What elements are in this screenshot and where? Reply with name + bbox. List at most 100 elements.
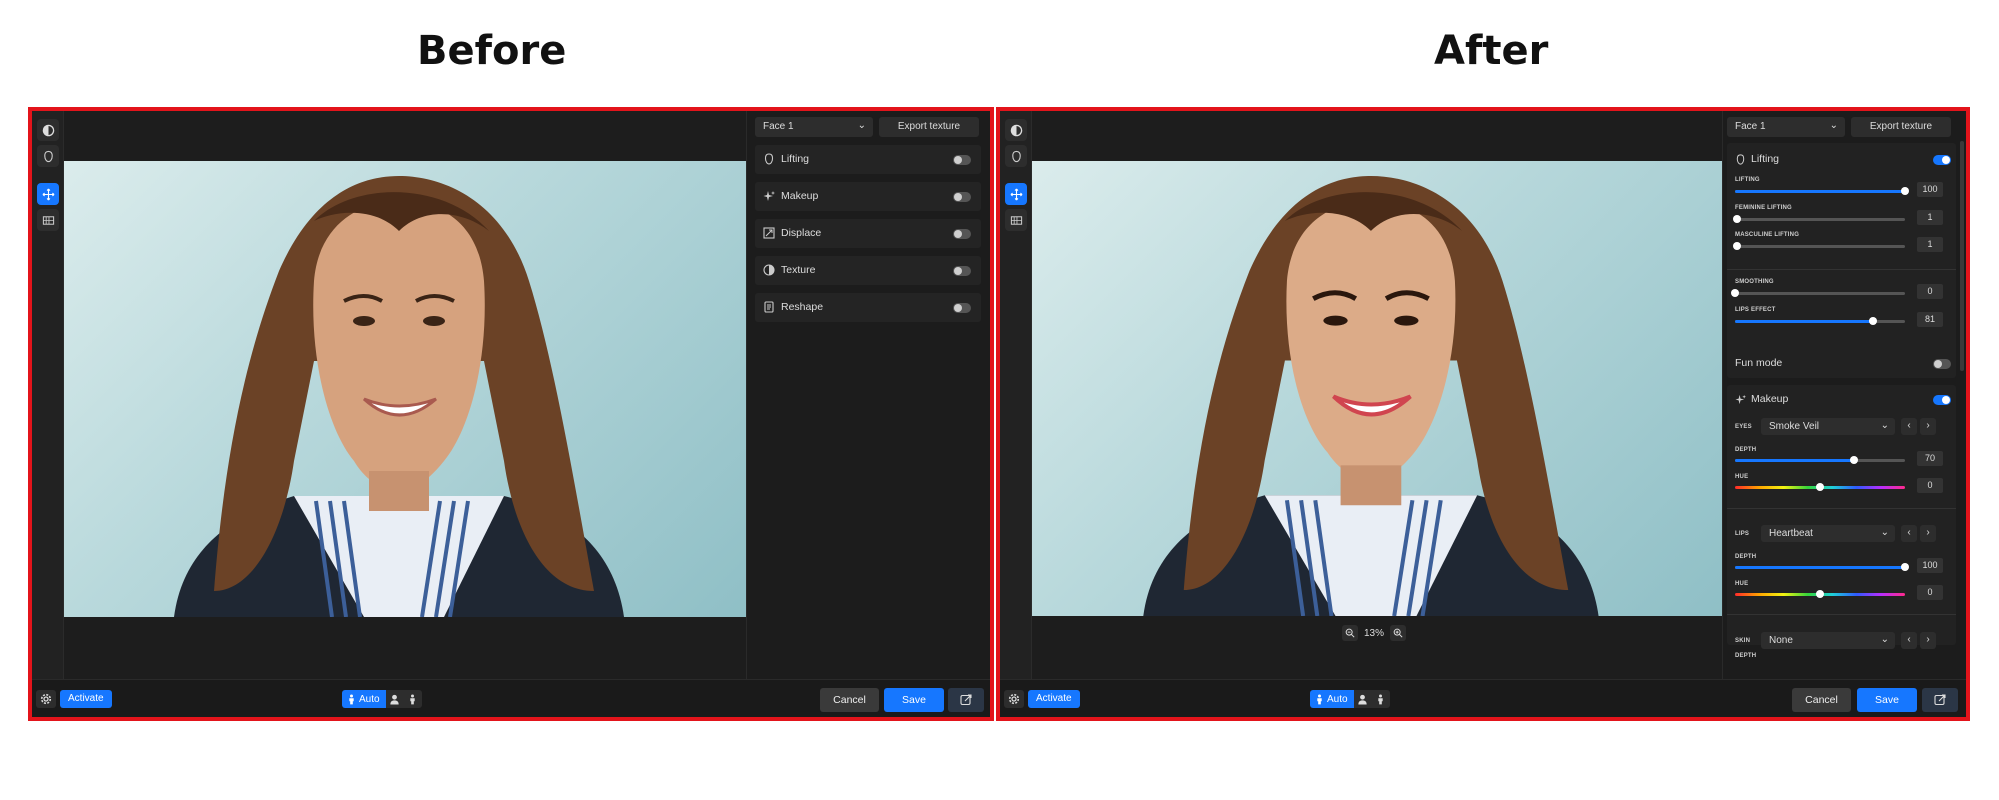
lifting-slider[interactable] bbox=[1735, 187, 1909, 195]
section-makeup[interactable]: Makeup bbox=[755, 182, 981, 211]
contrast-icon bbox=[42, 124, 54, 136]
reshape-toggle[interactable] bbox=[953, 303, 971, 313]
smoothing-value[interactable]: 0 bbox=[1917, 284, 1943, 299]
lips-hue-value[interactable]: 0 bbox=[1917, 585, 1943, 600]
image-canvas[interactable] bbox=[64, 111, 746, 679]
lifting-value[interactable]: 100 bbox=[1917, 182, 1943, 197]
zoom-in-button[interactable] bbox=[1390, 625, 1407, 641]
lips-next-button[interactable]: › bbox=[1920, 525, 1936, 542]
skin-prev-button[interactable]: ‹ bbox=[1901, 632, 1917, 649]
export-image-button[interactable] bbox=[948, 688, 984, 712]
masculine-lifting-label: MASCULINE LIFTING bbox=[1735, 232, 1800, 238]
fun-mode-toggle[interactable] bbox=[1933, 359, 1951, 369]
activate-button[interactable]: Activate bbox=[1028, 690, 1080, 708]
export-texture-button[interactable]: Export texture bbox=[1851, 117, 1951, 137]
gear-icon bbox=[1008, 693, 1020, 705]
cancel-button[interactable]: Cancel bbox=[820, 688, 879, 712]
image-canvas[interactable]: 13% bbox=[1032, 111, 1722, 679]
export-texture-button[interactable]: Export texture bbox=[879, 117, 979, 137]
activate-button[interactable]: Activate bbox=[60, 690, 112, 708]
eyes-preset-dropdown[interactable]: Smoke Veil ⌄ bbox=[1761, 418, 1895, 435]
lips-depth-slider[interactable] bbox=[1735, 563, 1909, 571]
section-texture[interactable]: Texture bbox=[755, 256, 981, 285]
lips-hue-slider[interactable] bbox=[1735, 590, 1905, 598]
displace-toggle[interactable] bbox=[953, 229, 971, 239]
zoom-level: 13% bbox=[1364, 627, 1385, 639]
lips-depth-value[interactable]: 100 bbox=[1917, 558, 1943, 573]
mode-fullbody-button[interactable] bbox=[1371, 690, 1390, 708]
section-lifting[interactable]: Lifting bbox=[755, 145, 981, 174]
move-tool-button[interactable] bbox=[37, 183, 59, 205]
section-texture-label: Texture bbox=[781, 264, 816, 276]
makeup-toggle[interactable] bbox=[953, 192, 971, 202]
export-icon bbox=[960, 694, 972, 706]
mode-portrait-button[interactable] bbox=[385, 690, 404, 708]
chevron-down-icon: ⌄ bbox=[1880, 527, 1889, 538]
save-button[interactable]: Save bbox=[1857, 688, 1917, 712]
skin-next-button[interactable]: › bbox=[1920, 632, 1936, 649]
contrast-tool-button[interactable] bbox=[37, 119, 59, 141]
eyes-depth-slider[interactable] bbox=[1735, 456, 1905, 464]
reshape-icon bbox=[764, 301, 774, 313]
eyes-depth-value[interactable]: 70 bbox=[1917, 451, 1943, 466]
contrast-tool-button[interactable] bbox=[1005, 119, 1027, 141]
divider bbox=[1727, 269, 1956, 270]
mode-auto-label: Auto bbox=[1327, 693, 1348, 705]
lips-preset-dropdown[interactable]: Heartbeat ⌄ bbox=[1761, 525, 1895, 542]
settings-button[interactable] bbox=[1004, 690, 1024, 708]
face-select-dropdown[interactable]: Face 1 ⌄ bbox=[1727, 117, 1845, 137]
detection-mode-group: Auto bbox=[1310, 690, 1390, 708]
fun-mode-label: Fun mode bbox=[1735, 357, 1783, 369]
compare-tool-button[interactable] bbox=[1005, 209, 1027, 231]
eyes-depth-label: DEPTH bbox=[1735, 447, 1757, 453]
zoom-out-button[interactable] bbox=[1342, 625, 1358, 641]
chevron-down-icon: ⌄ bbox=[1829, 120, 1838, 131]
face-select-dropdown[interactable]: Face 1 ⌄ bbox=[755, 117, 873, 137]
compare-tool-button[interactable] bbox=[37, 209, 59, 231]
mode-fullbody-button[interactable] bbox=[403, 690, 422, 708]
skin-preset-dropdown[interactable]: None ⌄ bbox=[1761, 632, 1895, 649]
eyes-hue-value[interactable]: 0 bbox=[1917, 478, 1943, 493]
mode-portrait-button[interactable] bbox=[1353, 690, 1372, 708]
face-icon bbox=[1011, 150, 1021, 162]
feminine-lifting-value[interactable]: 1 bbox=[1917, 210, 1943, 225]
displace-icon bbox=[763, 227, 775, 239]
skin-label: SKIN bbox=[1735, 638, 1751, 644]
divider bbox=[1727, 508, 1956, 509]
contrast-icon bbox=[1010, 124, 1022, 136]
face-tool-button[interactable] bbox=[1005, 145, 1027, 167]
section-makeup-label: Makeup bbox=[781, 190, 819, 202]
lips-effect-value[interactable]: 81 bbox=[1917, 312, 1943, 327]
feminine-lifting-slider[interactable] bbox=[1732, 215, 1905, 223]
masculine-lifting-slider[interactable] bbox=[1732, 242, 1905, 250]
save-button[interactable]: Save bbox=[884, 688, 944, 712]
panel-scrollbar[interactable] bbox=[1960, 141, 1964, 371]
export-image-button[interactable] bbox=[1922, 688, 1958, 712]
move-tool-button[interactable] bbox=[1005, 183, 1027, 205]
lifting-toggle[interactable] bbox=[953, 155, 971, 165]
lips-effect-slider[interactable] bbox=[1735, 317, 1905, 325]
tool-sidebar bbox=[32, 111, 64, 679]
eyes-prev-button[interactable]: ‹ bbox=[1901, 418, 1917, 435]
cancel-button[interactable]: Cancel bbox=[1792, 688, 1851, 712]
eyes-label: EYES bbox=[1735, 424, 1752, 430]
eyes-hue-slider[interactable] bbox=[1735, 483, 1905, 491]
face-tool-button[interactable] bbox=[37, 145, 59, 167]
lips-prev-button[interactable]: ‹ bbox=[1901, 525, 1917, 542]
mode-auto-button[interactable]: Auto bbox=[1310, 690, 1354, 708]
eyes-next-button[interactable]: › bbox=[1920, 418, 1936, 435]
smoothing-slider[interactable] bbox=[1731, 289, 1905, 297]
feminine-lifting-label: FEMININE LIFTING bbox=[1735, 205, 1792, 211]
lips-depth-label: DEPTH bbox=[1735, 554, 1757, 560]
lifting-toggle[interactable] bbox=[1933, 155, 1951, 165]
makeup-toggle[interactable] bbox=[1933, 395, 1951, 405]
section-displace[interactable]: Displace bbox=[755, 219, 981, 248]
mode-auto-button[interactable]: Auto bbox=[342, 690, 386, 708]
texture-toggle[interactable] bbox=[953, 266, 971, 276]
section-reshape[interactable]: Reshape bbox=[755, 293, 981, 322]
move-icon bbox=[42, 188, 54, 200]
masculine-lifting-value[interactable]: 1 bbox=[1917, 237, 1943, 252]
settings-button[interactable] bbox=[36, 690, 56, 708]
move-icon bbox=[1010, 188, 1022, 200]
adjustments-panel: Face 1 ⌄ Export texture Lifting Makeup D… bbox=[746, 111, 990, 679]
